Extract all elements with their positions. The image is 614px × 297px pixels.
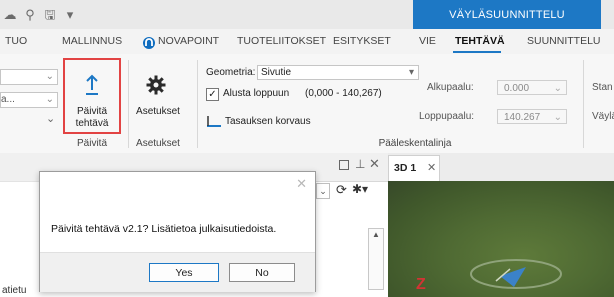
alignment-icon <box>207 116 221 127</box>
right-cut-label-1: Stan <box>592 82 613 93</box>
left-combo-2[interactable]: a... ⌄ <box>0 92 58 108</box>
dialog-close-icon[interactable]: ✕ <box>296 176 307 192</box>
yes-button[interactable]: Yes <box>149 263 219 282</box>
group-label-settings: Asetukset <box>136 138 180 149</box>
group-label-main: Pääleskentalinja <box>378 138 452 149</box>
left-combo-1[interactable]: ⌄ <box>0 69 58 85</box>
pin-icon[interactable]: ⚲ <box>22 8 38 22</box>
alkupaalu-label: Alkupaalu: <box>427 82 474 93</box>
close-icon[interactable]: ✕ <box>369 156 380 172</box>
refresh-icon[interactable]: ⟳ <box>336 182 347 198</box>
left-combo-2-value: a... <box>1 94 15 105</box>
update-dialog: ✕ Päivitä tehtävä v2.1? Lisätietoa julka… <box>39 171 316 292</box>
alusta-loppuun-checkbox[interactable]: ✓ <box>206 88 219 101</box>
tab-novapoint[interactable]: NOVAPOINT <box>158 29 219 54</box>
z-axis-label: Z <box>416 276 426 293</box>
scrollbar[interactable]: ▲ <box>368 228 384 290</box>
quick-access-dropdown-icon[interactable]: ▾ <box>62 8 78 22</box>
tab-3d-1[interactable]: 3D 1 ✕ <box>388 155 440 181</box>
chevron-down-icon: ▾ <box>408 67 414 78</box>
panel-bottom-text: atietu <box>2 285 27 296</box>
tab-esitykset[interactable]: ESITYKSET <box>333 29 391 54</box>
dialog-message: Päivitä tehtävä v2.1? Lisätietoa julkais… <box>51 223 277 235</box>
settings-button[interactable]: Asetukset <box>130 106 186 118</box>
tab-vie[interactable]: VIE <box>419 29 436 54</box>
update-arrow-icon <box>86 74 98 95</box>
expand-chevron-icon[interactable]: ⌄ <box>46 112 55 125</box>
update-task-label-2: tehtävä <box>75 118 109 129</box>
update-task-button[interactable]: Päivitä tehtävä <box>64 106 120 130</box>
update-task-label-1: Päivitä <box>76 106 107 117</box>
group-label-update: Päivitä <box>76 138 107 149</box>
geometry-select-value: Sivutie <box>261 67 292 78</box>
alkupaalu-field[interactable]: 0.000 ⌄ <box>497 80 567 95</box>
gear-icon <box>146 75 166 95</box>
scroll-up-icon[interactable]: ▲ <box>369 229 383 241</box>
cloud-icon[interactable]: ☁ <box>2 8 18 22</box>
chevron-down-icon: ⌄ <box>553 83 562 94</box>
right-cut-label-2: Väylä <box>592 111 614 122</box>
loppupaalu-value: 140.267 <box>504 112 541 123</box>
alkupaalu-value: 0.000 <box>504 83 530 94</box>
dropdown-button[interactable]: ⌄ <box>316 183 330 199</box>
group-separator <box>197 60 198 148</box>
save-icon[interactable]: 🖫 <box>42 8 58 22</box>
geometry-label: Geometria: <box>206 67 256 78</box>
loppupaalu-label: Loppupaalu: <box>419 111 475 122</box>
gear-dropdown-icon[interactable]: ✱▾ <box>352 182 368 196</box>
camera-marker-icon <box>500 267 526 287</box>
no-button[interactable]: No <box>229 263 295 282</box>
pin-icon[interactable]: ⊥ <box>355 157 365 171</box>
close-icon[interactable]: ✕ <box>427 161 436 174</box>
tasauksen-korvaus-button[interactable]: Tasauksen korvaus <box>225 116 311 127</box>
tab-suunnittelu[interactable]: SUUNNITTELU <box>527 29 601 54</box>
geometry-select[interactable]: Sivutie ▾ <box>257 65 419 80</box>
tab-tuo[interactable]: TUO <box>5 29 27 54</box>
tab-mallinnus[interactable]: MALLINNUS <box>62 29 122 54</box>
novapoint-logo-icon <box>143 37 155 49</box>
tab-tuoteliitokset[interactable]: TUOTELIITOKSET <box>237 29 326 54</box>
group-separator <box>128 60 129 148</box>
maximize-icon[interactable] <box>339 160 349 170</box>
context-tab-title: VÄYLÄSUUNNITTELU <box>413 0 601 29</box>
active-tab-indicator <box>453 51 501 53</box>
chevron-down-icon: ⌄ <box>45 94 54 105</box>
loppupaalu-field[interactable]: 140.267 ⌄ <box>497 109 567 124</box>
alusta-loppuun-label: Alusta loppuun <box>223 88 290 99</box>
range-text: (0,000 - 140,267) <box>305 88 382 99</box>
tab-3d-1-label: 3D 1 <box>394 162 417 174</box>
group-separator <box>583 60 584 148</box>
chevron-down-icon: ⌄ <box>45 71 54 82</box>
chevron-down-icon: ⌄ <box>553 112 562 123</box>
